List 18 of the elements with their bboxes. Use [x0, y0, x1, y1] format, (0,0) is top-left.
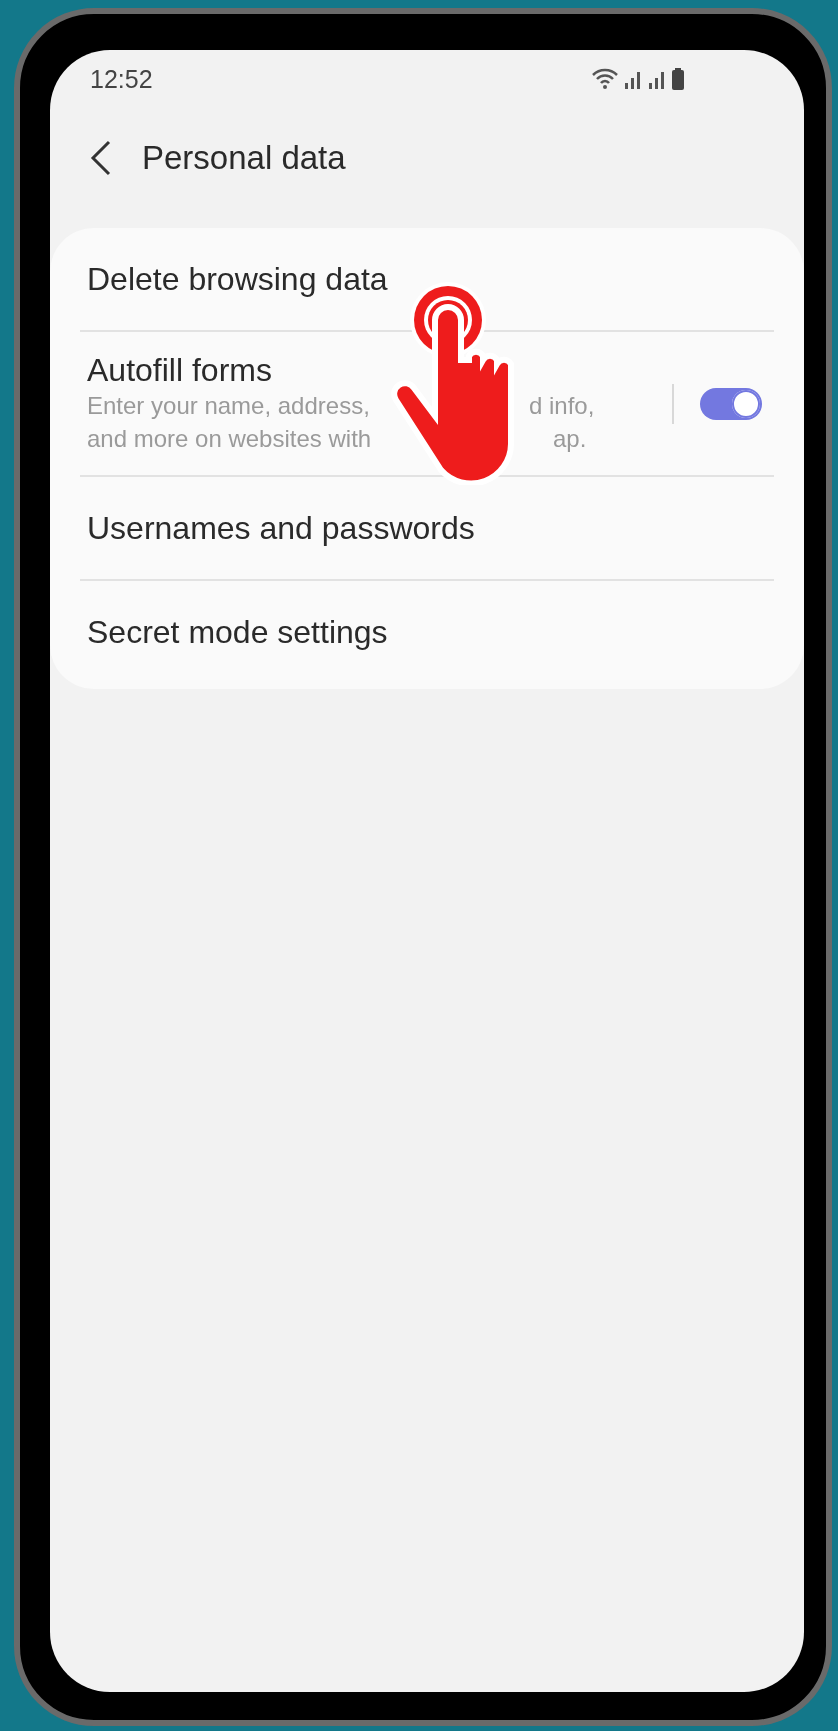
signal-icon: [648, 69, 666, 89]
signal-icon: [624, 69, 642, 89]
item-title: Usernames and passwords: [87, 509, 476, 547]
settings-item[interactable]: Delete browsing data: [80, 228, 774, 330]
back-button[interactable]: [90, 140, 112, 176]
item-title: Delete browsing data: [87, 260, 389, 298]
page-title: Personal data: [142, 139, 346, 177]
status-time: 12:52: [90, 64, 153, 94]
item-subtitle: d info,: [529, 391, 595, 421]
item-title: Secret mode settings: [87, 613, 389, 651]
settings-item[interactable]: Secret mode settings: [80, 579, 774, 683]
item-subtitle: ap.: [553, 424, 587, 454]
item-title: Autofill forms: [87, 352, 273, 389]
toggle-switch[interactable]: [700, 387, 762, 420]
battery-icon: [672, 68, 684, 90]
item-subtitle: Enter your name, address,: [87, 391, 371, 421]
item-subtitle: and more on websites with: [87, 424, 373, 454]
wifi-icon: [592, 68, 618, 90]
